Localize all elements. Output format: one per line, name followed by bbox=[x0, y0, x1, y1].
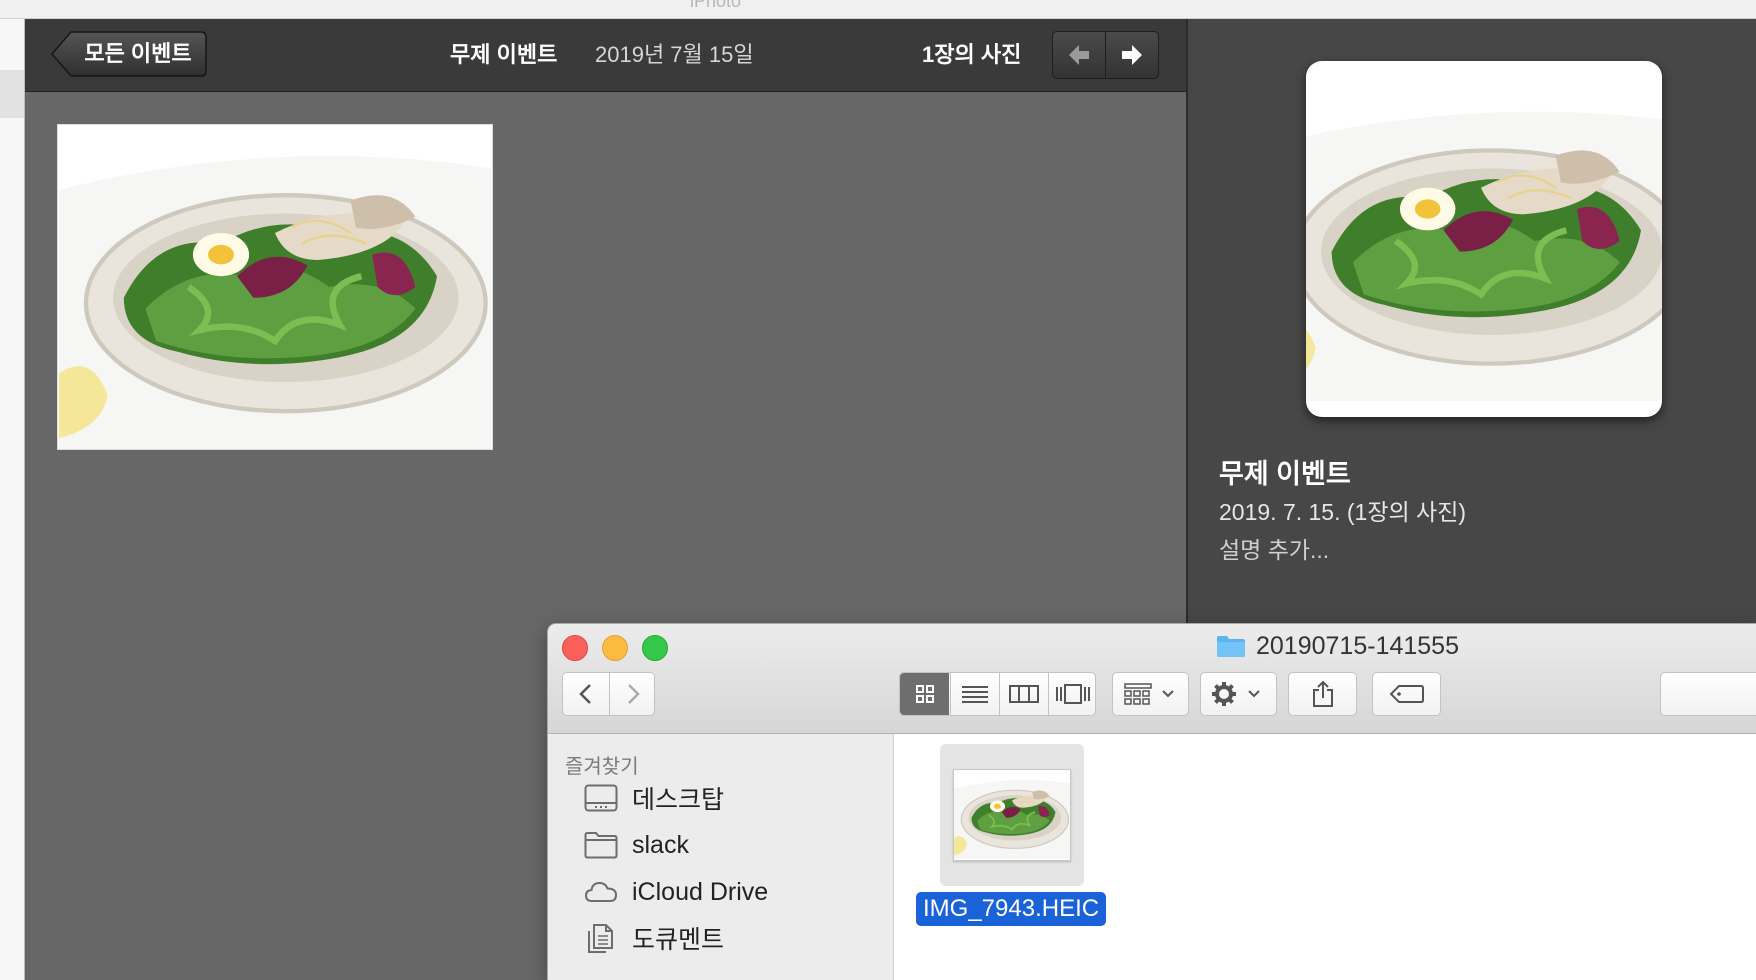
zoom-button[interactable] bbox=[642, 635, 668, 661]
sidebar-item-label: 도큐멘트 bbox=[632, 926, 725, 954]
previous-event-button[interactable] bbox=[1053, 32, 1106, 78]
all-events-label: 모든 이벤트 bbox=[84, 41, 192, 66]
photo-count: 1장의 사진 bbox=[922, 42, 1022, 67]
list-icon bbox=[962, 686, 988, 703]
favorites-heading: 즐겨찾기 bbox=[565, 756, 639, 778]
key-photo-image bbox=[1306, 61, 1662, 417]
app-title: iPhoto bbox=[690, 0, 742, 11]
source-list-selection[interactable] bbox=[0, 70, 24, 118]
file-item[interactable] bbox=[940, 744, 1084, 886]
add-description-field[interactable]: 설명 추가... bbox=[1219, 531, 1329, 565]
file-thumbnail bbox=[953, 769, 1071, 861]
tags-button[interactable] bbox=[1372, 672, 1441, 716]
back-button[interactable] bbox=[563, 673, 610, 715]
photo-image bbox=[58, 125, 492, 449]
share-button[interactable] bbox=[1288, 672, 1357, 716]
minimize-button[interactable] bbox=[602, 635, 628, 661]
icon-view-button[interactable] bbox=[900, 673, 949, 715]
sidebar-item-documents[interactable]: 도큐멘트 bbox=[584, 918, 724, 958]
sidebar-item-desktop[interactable]: 데스크탑 bbox=[584, 778, 724, 818]
sidebar-item-slack[interactable]: slack bbox=[584, 825, 689, 865]
event-nav-group bbox=[1052, 31, 1159, 79]
info-event-date: 2019. 7. 15. (1장의 사진) bbox=[1219, 499, 1467, 525]
all-events-button[interactable]: 모든 이벤트 bbox=[51, 31, 207, 77]
list-view-button[interactable] bbox=[950, 673, 999, 715]
sidebar-item-label: iCloud Drive bbox=[632, 877, 769, 906]
documents-icon bbox=[588, 924, 613, 953]
chevron-left-icon bbox=[579, 684, 591, 704]
finder-window: 20190715-141555 즐겨찾기 데스크탑 slack iCloud D… bbox=[548, 624, 1756, 980]
cover-flow-icon bbox=[1056, 684, 1090, 704]
chevron-right-icon bbox=[627, 684, 640, 704]
arrow-right-icon bbox=[1122, 45, 1142, 65]
event-title: 무제 이벤트 bbox=[450, 42, 558, 67]
group-menu-icon bbox=[1123, 683, 1174, 705]
sidebar-item-label: 데스크탑 bbox=[632, 786, 725, 814]
search-field[interactable] bbox=[1660, 672, 1756, 716]
back-forward-group bbox=[562, 672, 655, 716]
app-title-bar: iPhoto bbox=[0, 0, 1756, 19]
folder-icon bbox=[1217, 636, 1245, 657]
folder-name: 20190715-141555 bbox=[1256, 631, 1459, 660]
info-event-title[interactable]: 무제 이벤트 bbox=[1219, 452, 1351, 491]
group-by-button[interactable] bbox=[1112, 672, 1189, 716]
tag-icon bbox=[1389, 685, 1424, 703]
next-event-button[interactable] bbox=[1106, 32, 1158, 78]
grid-icon bbox=[915, 685, 934, 703]
finder-sidebar: 즐겨찾기 데스크탑 slack iCloud Drive 도큐멘트 bbox=[548, 734, 894, 980]
forward-button[interactable] bbox=[610, 673, 654, 715]
file-thumbnail-image bbox=[954, 770, 1070, 860]
cover-flow-button[interactable] bbox=[1048, 673, 1095, 715]
file-name-label[interactable]: IMG_7943.HEIC bbox=[916, 892, 1107, 926]
sidebar-item-icloud-drive[interactable]: iCloud Drive bbox=[584, 872, 768, 912]
event-date: 2019년 7월 15일 bbox=[595, 42, 754, 67]
finder-toolbar: 20190715-141555 bbox=[548, 624, 1756, 734]
key-photo[interactable] bbox=[1306, 61, 1662, 417]
gear-icon bbox=[1211, 682, 1260, 706]
arrow-left-icon bbox=[1069, 45, 1089, 65]
desktop-icon bbox=[584, 784, 618, 812]
sidebar-item-label: slack bbox=[632, 830, 689, 859]
close-button[interactable] bbox=[562, 635, 588, 661]
finder-file-area: IMG_7943.HEIC bbox=[894, 734, 1756, 980]
column-view-button[interactable] bbox=[999, 673, 1048, 715]
finder-title: 20190715-141555 bbox=[1216, 630, 1459, 662]
folder-icon bbox=[584, 832, 618, 859]
share-icon bbox=[1312, 680, 1333, 707]
cloud-icon bbox=[584, 881, 618, 902]
columns-icon bbox=[1009, 685, 1039, 703]
source-list-edge bbox=[0, 19, 25, 980]
action-menu-button[interactable] bbox=[1200, 672, 1277, 716]
photo-thumbnail[interactable] bbox=[57, 124, 493, 450]
view-mode-group bbox=[899, 672, 1096, 716]
